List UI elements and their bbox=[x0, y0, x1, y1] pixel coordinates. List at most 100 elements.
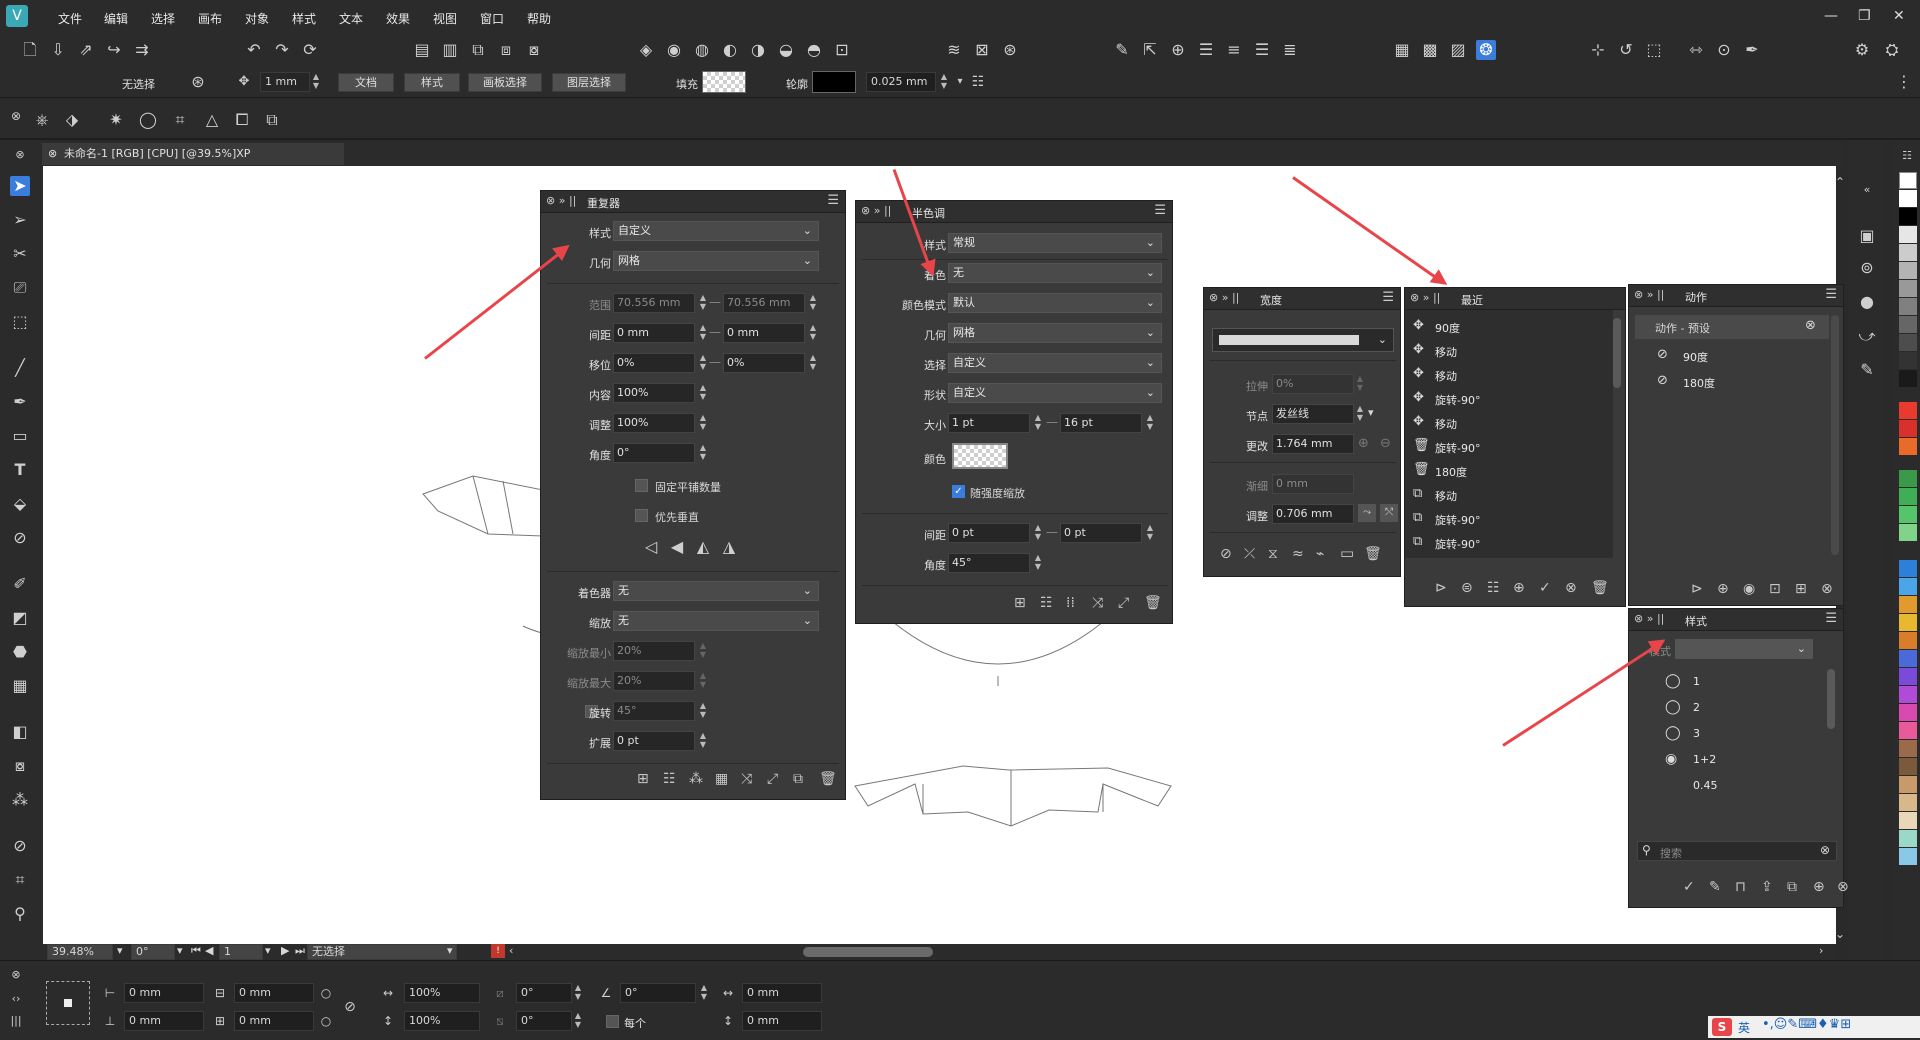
crop-tool-icon[interactable]: ⌗ bbox=[10, 870, 30, 890]
document-tab[interactable]: ⊗ 未命名-1 [RGB] [CPU] [@39.5%]XP bbox=[42, 143, 344, 165]
width-smooth-icon[interactable]: ⌁ bbox=[1316, 546, 1324, 562]
path-panel-icon[interactable]: ⤻ bbox=[1857, 326, 1877, 346]
rotation-field[interactable]: 0° bbox=[131, 944, 175, 960]
app-logo-icon[interactable]: V bbox=[6, 5, 28, 27]
list-item[interactable]: 旋转-90° bbox=[1435, 392, 1480, 408]
new-doc-icon[interactable]: 🗋 bbox=[20, 40, 40, 60]
text-tool-icon[interactable]: T bbox=[10, 460, 30, 480]
transparency-tool-icon[interactable]: ◩ bbox=[10, 608, 30, 628]
minimize-icon[interactable]: — bbox=[1824, 8, 1838, 24]
rep-style-select[interactable]: 自定义 ⌄ bbox=[613, 221, 819, 241]
vector-brush-icon[interactable]: ⊘ bbox=[10, 528, 30, 548]
menu-style[interactable]: 样式 bbox=[292, 10, 316, 27]
swatch-red-2[interactable] bbox=[1899, 420, 1917, 437]
close-toolbar-icon[interactable]: ⊗ bbox=[6, 106, 26, 126]
swatch-blue-2[interactable] bbox=[1899, 578, 1917, 595]
width-taper-field[interactable]: 0 mm bbox=[1272, 474, 1354, 494]
list-item[interactable]: 移动 bbox=[1435, 368, 1457, 384]
horizontal-scroll-thumb[interactable] bbox=[803, 947, 933, 957]
maximize-icon[interactable]: ❐ bbox=[1858, 8, 1871, 24]
swatch-amber[interactable] bbox=[1899, 596, 1917, 613]
skew-y-spinner[interactable]: ▲ ▼ bbox=[572, 1011, 584, 1031]
envelope-icon[interactable]: ⊠ bbox=[972, 40, 992, 60]
ht-spacing-a-spinner[interactable]: ▲ ▼ bbox=[1032, 523, 1044, 543]
ht-spacing-a[interactable]: 0 pt bbox=[948, 523, 1030, 543]
gradient-tool-icon[interactable]: ◧ bbox=[10, 722, 30, 742]
cancel-circle-icon[interactable]: ⊗ bbox=[1821, 581, 1833, 597]
list-item[interactable]: 旋转-90° bbox=[1435, 512, 1480, 528]
group-icon[interactable]: ⧉ bbox=[468, 40, 488, 60]
styles-menu-icon[interactable]: ☰ bbox=[1825, 611, 1837, 626]
radio-selected-icon[interactable]: ◉ bbox=[1665, 751, 1677, 767]
mirror-alt-icon[interactable]: ◮ bbox=[719, 537, 739, 557]
folder-add-icon[interactable]: ⊞ bbox=[1795, 581, 1807, 597]
arrange-icon[interactable]: ⧇ bbox=[524, 40, 544, 60]
rep-shift-b[interactable]: 0% bbox=[723, 353, 805, 373]
link-ratio-icon[interactable]: ⊘ bbox=[340, 997, 360, 1017]
brush-tool-icon[interactable]: ✐ bbox=[10, 574, 30, 594]
rep-range-b[interactable]: 70.556 mm bbox=[723, 293, 805, 313]
ht-size-b[interactable]: 16 pt bbox=[1060, 413, 1142, 433]
first-page-icon[interactable]: ⏮ bbox=[191, 944, 201, 958]
rep-fixed-tiles-checkbox[interactable] bbox=[635, 479, 648, 492]
warning-icon[interactable]: ! bbox=[491, 944, 505, 958]
width-change-field[interactable]: 1.764 mm bbox=[1272, 434, 1354, 454]
rep-spacing-a[interactable]: 0 mm bbox=[613, 323, 695, 343]
ime-lang[interactable]: 英 bbox=[1738, 1019, 1750, 1036]
swatch-brown-2[interactable] bbox=[1899, 758, 1917, 775]
outline-dropdown-icon[interactable]: ▾ bbox=[950, 72, 970, 92]
menu-window[interactable]: 窗口 bbox=[480, 10, 504, 27]
image-panel-icon[interactable]: ▣ bbox=[1857, 226, 1877, 246]
radio-icon[interactable]: ◯ bbox=[1665, 699, 1681, 715]
width-menu-icon[interactable]: ☰ bbox=[1382, 290, 1394, 305]
palette-menu-icon[interactable]: ☷ bbox=[1897, 146, 1917, 166]
magic-wand-icon[interactable]: ✷ bbox=[106, 110, 126, 130]
sliders-icon[interactable]: ☷ bbox=[663, 771, 676, 787]
width-tool-icon[interactable]: ⊘ bbox=[1220, 546, 1232, 562]
add-circle-icon[interactable]: ⊕ bbox=[1717, 581, 1729, 597]
menu-object[interactable]: 对象 bbox=[245, 10, 269, 27]
swatch-green-3[interactable] bbox=[1899, 506, 1917, 523]
distribute-icon[interactable]: ▥ bbox=[440, 40, 460, 60]
menu-text[interactable]: 文本 bbox=[339, 10, 363, 27]
list-item[interactable]: 0.45 bbox=[1693, 779, 1718, 792]
duplicate-icon[interactable]: ⧉ bbox=[1787, 879, 1797, 895]
target-icon[interactable]: ⊙ bbox=[1714, 40, 1734, 60]
ht-color-swatch[interactable] bbox=[952, 443, 1008, 469]
swatch-brown[interactable] bbox=[1899, 740, 1917, 757]
marquee-icon[interactable]: ⬚ bbox=[10, 312, 30, 332]
swatch-green[interactable] bbox=[1899, 470, 1917, 487]
user-icon[interactable]: ⛭ bbox=[1882, 40, 1902, 60]
rep-content-spinner[interactable]: ▲ ▼ bbox=[697, 383, 709, 403]
eyedropper-tool-icon[interactable]: ⊘ bbox=[10, 836, 30, 856]
mesh-icon[interactable]: ⌗ bbox=[170, 110, 190, 130]
ht-spacing-b[interactable]: 0 pt bbox=[1060, 523, 1142, 543]
shape-builder-icon[interactable]: ⧠ bbox=[232, 110, 252, 130]
trash-icon[interactable]: 🗑 bbox=[1591, 580, 1609, 596]
rectangle-tool-icon[interactable]: ▭ bbox=[10, 426, 30, 446]
scale-y-field[interactable]: 100% bbox=[404, 1011, 480, 1031]
list-item[interactable]: 移动 bbox=[1435, 488, 1457, 504]
list-item[interactable]: 移动 bbox=[1435, 344, 1457, 360]
rep-range-a[interactable]: 70.556 mm bbox=[613, 293, 695, 313]
rep-angle-spinner[interactable]: ▲ ▼ bbox=[697, 443, 709, 463]
menu-canvas[interactable]: 画布 bbox=[198, 10, 222, 27]
width-decrease-icon[interactable]: ⊖ bbox=[1380, 436, 1391, 451]
spray-tool-icon[interactable]: ⁂ bbox=[10, 790, 30, 810]
last-page-icon[interactable]: ⏭ bbox=[295, 944, 305, 958]
width-adjust-right-icon[interactable]: ⤲ bbox=[1380, 504, 1398, 522]
styles-search-input[interactable]: 搜索 bbox=[1660, 845, 1682, 861]
selection-dropdown-icon[interactable]: ▾ bbox=[447, 944, 453, 957]
ht-size-b-spinner[interactable]: ▲ ▼ bbox=[1144, 413, 1156, 433]
ht-select-select[interactable]: 自定义 ⌄ bbox=[948, 353, 1162, 373]
rep-range-b-spinner[interactable]: ▲ ▼ bbox=[807, 293, 819, 313]
menu-edit[interactable]: 编辑 bbox=[104, 10, 128, 27]
nudge-spinner[interactable]: ▲ ▼ bbox=[310, 72, 322, 92]
apply-icon[interactable]: ⧉ bbox=[793, 771, 803, 787]
export-icon[interactable]: ⇗ bbox=[76, 40, 96, 60]
ungroup-icon[interactable]: ⧈ bbox=[496, 40, 516, 60]
rep-shift-a-spinner[interactable]: ▲ ▼ bbox=[697, 353, 709, 373]
more-options-icon[interactable]: ⋮ bbox=[1894, 72, 1914, 92]
rep-angle-field[interactable]: 0° bbox=[613, 443, 695, 463]
text-align-right-icon[interactable]: ☰ bbox=[1252, 40, 1272, 60]
